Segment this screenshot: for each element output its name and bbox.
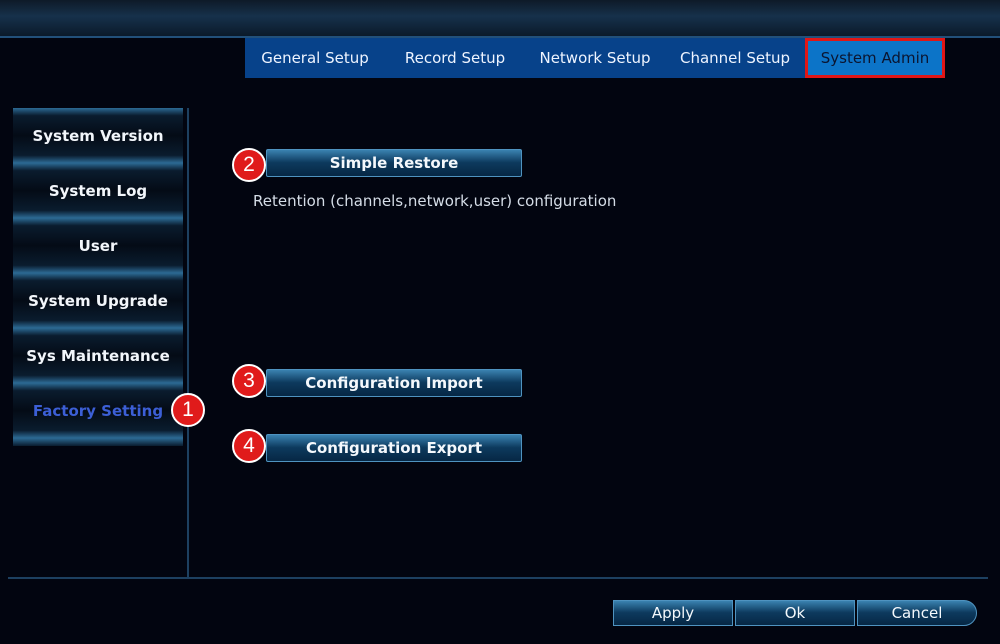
vertical-divider xyxy=(187,108,189,578)
sidebar-item-system-version[interactable]: System Version xyxy=(13,108,183,163)
simple-restore-button[interactable]: Simple Restore xyxy=(266,149,522,177)
ok-button[interactable]: Ok xyxy=(735,600,855,626)
tab-channel-setup[interactable]: Channel Setup xyxy=(665,38,805,78)
callout-marker-2: 2 xyxy=(232,148,266,182)
callout-marker-3: 3 xyxy=(232,364,266,398)
sidebar-item-factory-setting[interactable]: Factory Setting xyxy=(13,383,183,438)
configuration-export-button[interactable]: Configuration Export xyxy=(266,434,522,462)
callout-marker-4: 4 xyxy=(232,429,266,463)
sidebar-item-system-upgrade[interactable]: System Upgrade xyxy=(13,273,183,328)
tab-general-setup[interactable]: General Setup xyxy=(245,38,385,78)
sidebar-item-system-log[interactable]: System Log xyxy=(13,163,183,218)
configuration-import-button[interactable]: Configuration Import xyxy=(266,369,522,397)
settings-tab-bar: General Setup Record Setup Network Setup… xyxy=(245,38,945,78)
callout-marker-1: 1 xyxy=(171,393,205,427)
cancel-button[interactable]: Cancel xyxy=(857,600,977,626)
tab-network-setup[interactable]: Network Setup xyxy=(525,38,665,78)
tab-system-admin[interactable]: System Admin xyxy=(805,38,945,78)
sidebar: System Version System Log User System Up… xyxy=(13,108,183,446)
simple-restore-description: Retention (channels,network,user) config… xyxy=(253,192,617,210)
sidebar-bottom-edge xyxy=(13,438,183,446)
sidebar-item-user[interactable]: User xyxy=(13,218,183,273)
top-title-bar xyxy=(0,0,1000,38)
apply-button[interactable]: Apply xyxy=(613,600,733,626)
tab-record-setup[interactable]: Record Setup xyxy=(385,38,525,78)
horizontal-divider xyxy=(8,577,988,579)
sidebar-item-sys-maintenance[interactable]: Sys Maintenance xyxy=(13,328,183,383)
